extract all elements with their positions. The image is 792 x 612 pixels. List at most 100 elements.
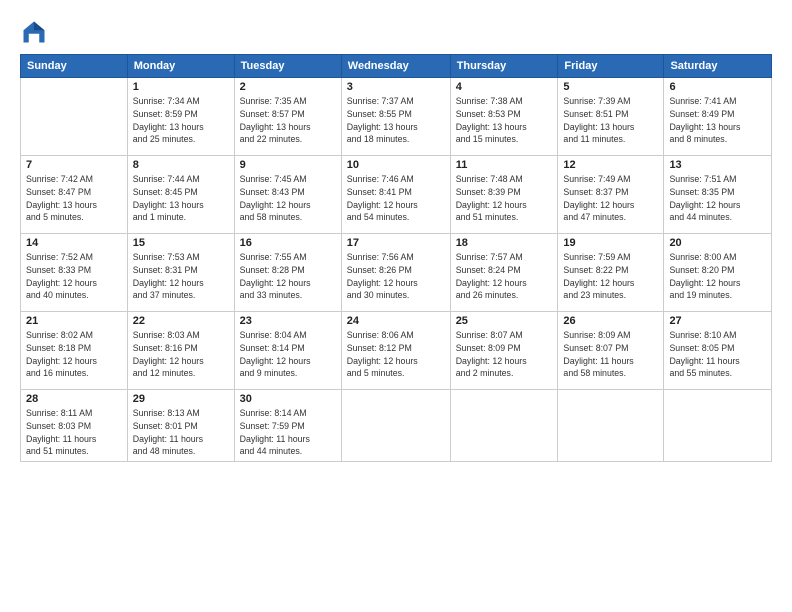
day-info: Sunrise: 7:46 AM Sunset: 8:41 PM Dayligh…	[347, 173, 445, 224]
calendar-cell: 13 Sunrise: 7:51 AM Sunset: 8:35 PM Dayli…	[664, 156, 772, 234]
day-info: Sunrise: 7:38 AM Sunset: 8:53 PM Dayligh…	[456, 95, 553, 146]
day-info: Sunrise: 8:14 AM Sunset: 7:59 PM Dayligh…	[240, 407, 336, 458]
calendar-cell: 9 Sunrise: 7:45 AM Sunset: 8:43 PM Daylig…	[234, 156, 341, 234]
day-number: 23	[240, 315, 336, 327]
day-number: 11	[456, 159, 553, 171]
calendar-cell: 14 Sunrise: 7:52 AM Sunset: 8:33 PM Dayli…	[21, 234, 128, 312]
day-info: Sunrise: 7:56 AM Sunset: 8:26 PM Dayligh…	[347, 251, 445, 302]
day-info: Sunrise: 7:44 AM Sunset: 8:45 PM Dayligh…	[133, 173, 229, 224]
weekday-friday: Friday	[558, 55, 664, 78]
calendar-cell: 8 Sunrise: 7:44 AM Sunset: 8:45 PM Daylig…	[127, 156, 234, 234]
day-info: Sunrise: 8:06 AM Sunset: 8:12 PM Dayligh…	[347, 329, 445, 380]
day-number: 6	[669, 81, 766, 93]
calendar-cell: 16 Sunrise: 7:55 AM Sunset: 8:28 PM Dayli…	[234, 234, 341, 312]
day-number: 2	[240, 81, 336, 93]
calendar-cell	[341, 390, 450, 462]
day-number: 18	[456, 237, 553, 249]
calendar-cell: 24Sunrise: 8:06 AM Sunset: 8:12 PM Dayli…	[341, 312, 450, 390]
day-number: 12	[563, 159, 658, 171]
day-info: Sunrise: 8:02 AM Sunset: 8:18 PM Dayligh…	[26, 329, 122, 380]
day-info: Sunrise: 7:55 AM Sunset: 8:28 PM Dayligh…	[240, 251, 336, 302]
day-info: Sunrise: 8:10 AM Sunset: 8:05 PM Dayligh…	[669, 329, 766, 380]
calendar-cell: 26 Sunrise: 8:09 AM Sunset: 8:07 PM Dayli…	[558, 312, 664, 390]
day-number: 13	[669, 159, 766, 171]
day-number: 5	[563, 81, 658, 93]
day-number: 26	[563, 315, 658, 327]
day-info: Sunrise: 7:52 AM Sunset: 8:33 PM Dayligh…	[26, 251, 122, 302]
calendar-cell: 18 Sunrise: 7:57 AM Sunset: 8:24 PM Dayli…	[450, 234, 558, 312]
weekday-monday: Monday	[127, 55, 234, 78]
calendar-cell: 25 Sunrise: 8:07 AM Sunset: 8:09 PM Dayli…	[450, 312, 558, 390]
calendar-cell: 4 Sunrise: 7:38 AM Sunset: 8:53 PM Daylig…	[450, 78, 558, 156]
day-number: 3	[347, 81, 445, 93]
logo-icon	[20, 18, 48, 46]
weekday-saturday: Saturday	[664, 55, 772, 78]
day-number: 1	[133, 81, 229, 93]
weekday-thursday: Thursday	[450, 55, 558, 78]
calendar-cell: 19 Sunrise: 7:59 AM Sunset: 8:22 PM Dayli…	[558, 234, 664, 312]
day-number: 15	[133, 237, 229, 249]
day-info: Sunrise: 7:57 AM Sunset: 8:24 PM Dayligh…	[456, 251, 553, 302]
calendar-cell: 20 Sunrise: 8:00 AM Sunset: 8:20 PM Dayli…	[664, 234, 772, 312]
day-info: Sunrise: 8:03 AM Sunset: 8:16 PM Dayligh…	[133, 329, 229, 380]
day-info: Sunrise: 7:45 AM Sunset: 8:43 PM Dayligh…	[240, 173, 336, 224]
day-number: 22	[133, 315, 229, 327]
calendar-cell: 1 Sunrise: 7:34 AM Sunset: 8:59 PM Daylig…	[127, 78, 234, 156]
calendar-cell: 29Sunrise: 8:13 AM Sunset: 8:01 PM Dayli…	[127, 390, 234, 462]
day-number: 9	[240, 159, 336, 171]
calendar-cell: 3 Sunrise: 7:37 AM Sunset: 8:55 PM Daylig…	[341, 78, 450, 156]
day-info: Sunrise: 7:39 AM Sunset: 8:51 PM Dayligh…	[563, 95, 658, 146]
day-number: 4	[456, 81, 553, 93]
day-number: 27	[669, 315, 766, 327]
logo	[20, 18, 52, 46]
day-number: 19	[563, 237, 658, 249]
calendar-cell: 7 Sunrise: 7:42 AM Sunset: 8:47 PM Daylig…	[21, 156, 128, 234]
day-info: Sunrise: 7:59 AM Sunset: 8:22 PM Dayligh…	[563, 251, 658, 302]
day-number: 16	[240, 237, 336, 249]
calendar-cell: 5 Sunrise: 7:39 AM Sunset: 8:51 PM Daylig…	[558, 78, 664, 156]
weekday-tuesday: Tuesday	[234, 55, 341, 78]
day-number: 10	[347, 159, 445, 171]
calendar-cell: 12 Sunrise: 7:49 AM Sunset: 8:37 PM Dayli…	[558, 156, 664, 234]
day-number: 17	[347, 237, 445, 249]
day-number: 14	[26, 237, 122, 249]
day-info: Sunrise: 7:49 AM Sunset: 8:37 PM Dayligh…	[563, 173, 658, 224]
day-number: 29	[133, 393, 229, 405]
day-info: Sunrise: 7:53 AM Sunset: 8:31 PM Dayligh…	[133, 251, 229, 302]
day-info: Sunrise: 7:48 AM Sunset: 8:39 PM Dayligh…	[456, 173, 553, 224]
page: SundayMondayTuesdayWednesdayThursdayFrid…	[0, 0, 792, 612]
day-info: Sunrise: 7:37 AM Sunset: 8:55 PM Dayligh…	[347, 95, 445, 146]
day-info: Sunrise: 8:07 AM Sunset: 8:09 PM Dayligh…	[456, 329, 553, 380]
calendar-cell	[21, 78, 128, 156]
calendar-cell: 21 Sunrise: 8:02 AM Sunset: 8:18 PM Dayli…	[21, 312, 128, 390]
calendar-cell	[450, 390, 558, 462]
calendar-cell: 17 Sunrise: 7:56 AM Sunset: 8:26 PM Dayli…	[341, 234, 450, 312]
day-number: 21	[26, 315, 122, 327]
day-number: 30	[240, 393, 336, 405]
day-number: 28	[26, 393, 122, 405]
calendar-cell	[664, 390, 772, 462]
calendar-cell	[558, 390, 664, 462]
day-info: Sunrise: 7:41 AM Sunset: 8:49 PM Dayligh…	[669, 95, 766, 146]
calendar-cell: 28Sunrise: 8:11 AM Sunset: 8:03 PM Dayli…	[21, 390, 128, 462]
day-info: Sunrise: 7:42 AM Sunset: 8:47 PM Dayligh…	[26, 173, 122, 224]
day-number: 20	[669, 237, 766, 249]
calendar-cell: 6 Sunrise: 7:41 AM Sunset: 8:49 PM Daylig…	[664, 78, 772, 156]
weekday-wednesday: Wednesday	[341, 55, 450, 78]
day-number: 25	[456, 315, 553, 327]
calendar-cell: 30 Sunrise: 8:14 AM Sunset: 7:59 PM Dayli…	[234, 390, 341, 462]
calendar-cell: 15 Sunrise: 7:53 AM Sunset: 8:31 PM Dayli…	[127, 234, 234, 312]
calendar-cell: 2 Sunrise: 7:35 AM Sunset: 8:57 PM Daylig…	[234, 78, 341, 156]
day-info: Sunrise: 8:04 AM Sunset: 8:14 PM Dayligh…	[240, 329, 336, 380]
calendar-cell: 22 Sunrise: 8:03 AM Sunset: 8:16 PM Dayli…	[127, 312, 234, 390]
day-info: Sunrise: 7:51 AM Sunset: 8:35 PM Dayligh…	[669, 173, 766, 224]
calendar-cell: 23 Sunrise: 8:04 AM Sunset: 8:14 PM Dayli…	[234, 312, 341, 390]
day-info: Sunrise: 8:09 AM Sunset: 8:07 PM Dayligh…	[563, 329, 658, 380]
header	[20, 18, 772, 46]
calendar-cell: 27 Sunrise: 8:10 AM Sunset: 8:05 PM Dayli…	[664, 312, 772, 390]
day-info: Sunrise: 7:35 AM Sunset: 8:57 PM Dayligh…	[240, 95, 336, 146]
day-info: Sunrise: 8:00 AM Sunset: 8:20 PM Dayligh…	[669, 251, 766, 302]
day-number: 8	[133, 159, 229, 171]
day-number: 7	[26, 159, 122, 171]
day-info: Sunrise: 7:34 AM Sunset: 8:59 PM Dayligh…	[133, 95, 229, 146]
